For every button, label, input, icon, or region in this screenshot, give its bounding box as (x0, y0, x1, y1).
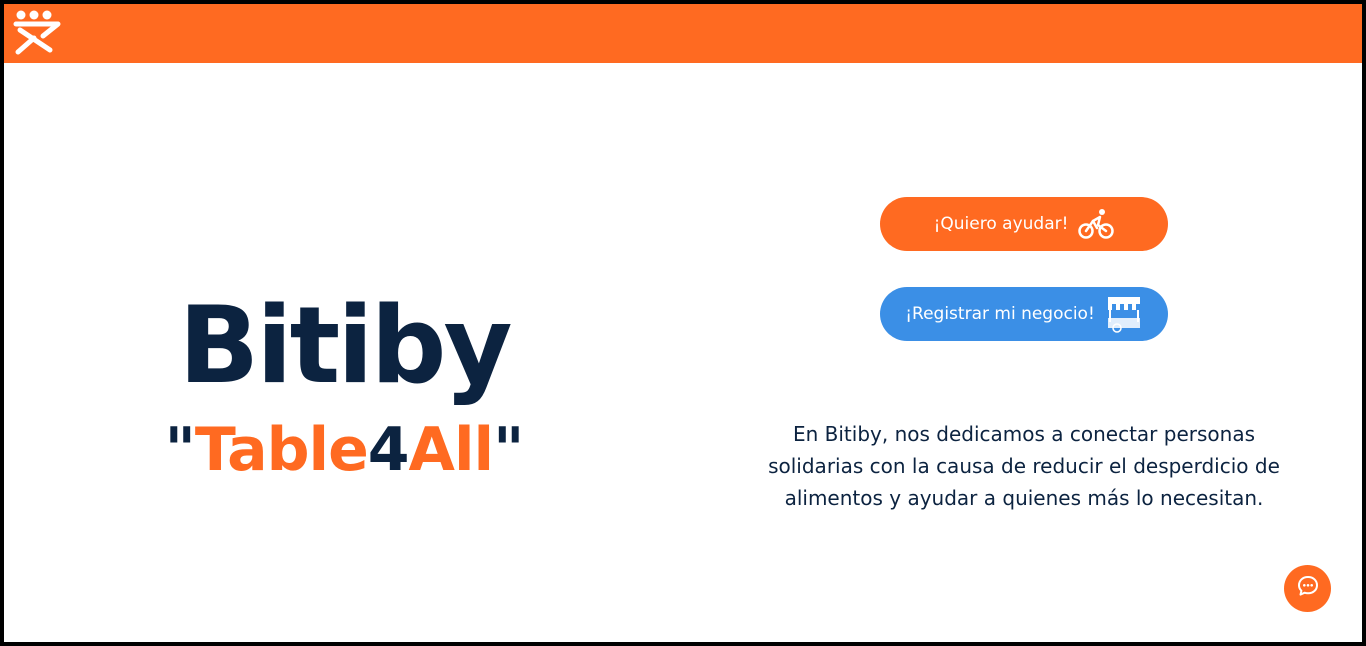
tagline-part-4: 4 (367, 415, 410, 485)
tagline-quote-close: " (493, 415, 524, 485)
chat-button[interactable] (1284, 565, 1331, 612)
tagline-quote-open: " (164, 415, 196, 485)
tagline-part-all: All (408, 415, 495, 485)
page-frame: Bitiby "Table4All" ¡Quiero ayudar! ¡Regi… (0, 0, 1366, 646)
register-business-label: ¡Registrar mi negocio! (905, 304, 1095, 324)
tagline-part-table: Table (194, 415, 369, 485)
market-stall-icon (1105, 294, 1143, 334)
want-to-help-label: ¡Quiero ayudar! (933, 214, 1069, 234)
want-to-help-button[interactable]: ¡Quiero ayudar! (880, 197, 1168, 251)
hero-brand: Bitiby "Table4All" (144, 284, 544, 483)
mission-description: En Bitiby, nos dedicamos a conectar pers… (768, 422, 1280, 510)
brand-title: Bitiby (178, 284, 512, 407)
chat-bubble-icon (1296, 574, 1320, 603)
brand-tagline: "Table4All" (144, 418, 544, 482)
bitiby-logo-icon[interactable] (12, 8, 64, 58)
bicycle-icon (1078, 208, 1115, 240)
register-business-button[interactable]: ¡Registrar mi negocio! (880, 287, 1168, 341)
top-header-bar (4, 4, 1362, 63)
